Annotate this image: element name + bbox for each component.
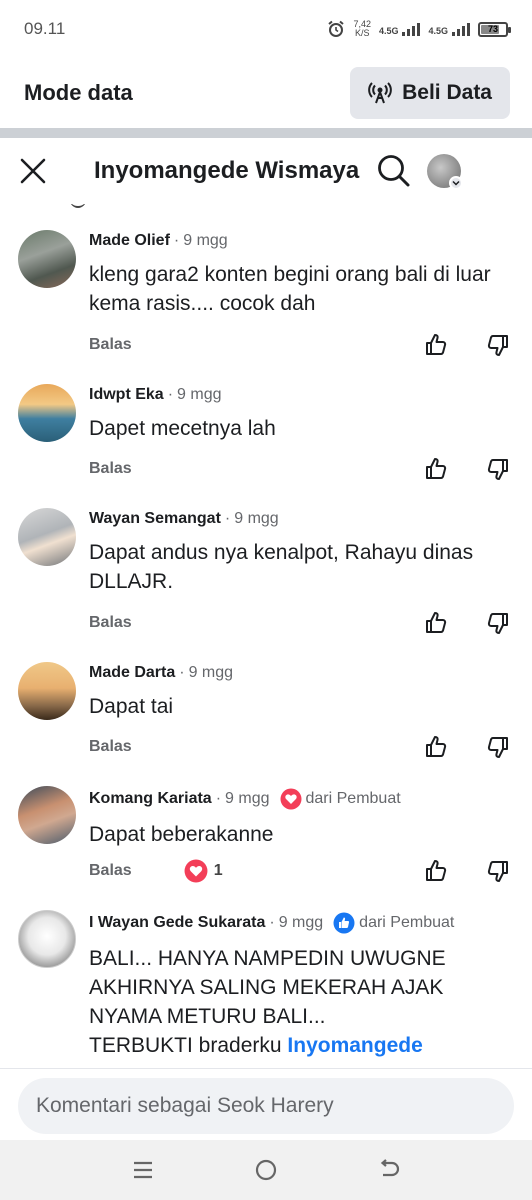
buy-data-label: Beli Data (402, 81, 492, 104)
back-icon (380, 1159, 399, 1177)
thumbs-up-icon[interactable] (424, 333, 448, 357)
broadcast-icon (368, 82, 392, 104)
battery-icon: 73 (478, 21, 511, 37)
thumbs-down-icon[interactable] (486, 457, 510, 481)
thumbs-up-icon[interactable] (424, 457, 448, 481)
home-circle-icon (255, 1159, 277, 1181)
comment-author[interactable]: I Wayan Gede Sukarata (89, 914, 265, 932)
comment-time-separator: · (173, 232, 180, 249)
reply-button[interactable]: Balas (89, 460, 132, 478)
reply-button[interactable]: Balas (89, 738, 132, 756)
comment-time: 9 mgg (278, 914, 324, 931)
net-speed-unit: K/S (354, 28, 370, 38)
badge-label: dari Pembuat (305, 790, 401, 807)
chevron-down-icon (449, 176, 464, 190)
comment-author[interactable]: Komang Kariata (89, 790, 212, 808)
avatar[interactable] (18, 508, 76, 566)
comment-text: Dapat andus nya kenalpot, Rahayu dinas D… (89, 541, 474, 593)
thumbs-down-icon[interactable] (486, 859, 510, 883)
avatar[interactable] (18, 910, 76, 968)
author-reaction-badge: dari Pembuat (280, 788, 401, 810)
data-mode-title: Mode data (24, 80, 133, 105)
thumbs-down-icon[interactable] (486, 333, 510, 357)
signal-2-label: 4.5G (428, 25, 448, 36)
comment-time-separator: · (179, 664, 185, 681)
avatar[interactable] (18, 384, 76, 442)
signal-icon: 4.5G (428, 22, 470, 36)
thumbs-up-icon[interactable] (424, 735, 448, 759)
comment-time: 9 mgg (177, 386, 222, 403)
status-time: 09.11 (24, 19, 66, 38)
comment-author[interactable]: Made Olief (89, 232, 170, 250)
comment-text: Dapat tai (89, 695, 174, 718)
comment-text: kleng gara2 konten begini orang bali di … (89, 263, 491, 315)
comment-composer: Komentari sebagai Seok Harery (0, 1068, 532, 1140)
avatar[interactable] (18, 230, 76, 288)
author-reaction-badge: dari Pembuat (333, 912, 454, 934)
reply-button[interactable]: Balas (89, 336, 132, 354)
profile-avatar-menu[interactable] (427, 154, 464, 190)
badge-label: dari Pembuat (359, 914, 455, 931)
thumbs-down-icon[interactable] (486, 735, 510, 759)
data-mode-bar: Mode data Beli Data (0, 58, 532, 128)
comment-input-placeholder: Komentari sebagai Seok Harery (36, 1094, 334, 1117)
mention-link[interactable]: Inyomangede (287, 1034, 422, 1057)
alarm-icon (328, 20, 345, 37)
page-title: Inyomangede Wismaya (94, 157, 360, 184)
heart-reaction-icon (184, 859, 208, 883)
comment-time-separator: · (167, 386, 174, 403)
comment-author[interactable]: Made Darta (89, 664, 175, 682)
reply-button[interactable]: Balas (89, 862, 132, 880)
comment-author[interactable]: Idwpt Eka (89, 386, 164, 404)
home-button[interactable] (246, 1150, 286, 1190)
comment-time-separator: · (269, 914, 275, 931)
close-icon[interactable] (20, 158, 46, 184)
comment-text: Dapat beberakanne (89, 823, 274, 846)
avatar[interactable] (18, 786, 76, 844)
comment-time: 9 mgg (234, 510, 279, 527)
comment-time: 9 mgg (188, 664, 234, 681)
search-icon[interactable] (377, 154, 411, 188)
comment-text: Dapet mecetnya lah (89, 417, 276, 440)
like-reaction-icon (333, 912, 355, 934)
signal-1-label: 4.5G (378, 25, 399, 36)
thumbs-up-icon[interactable] (424, 611, 448, 635)
system-nav-bar (0, 1140, 532, 1200)
comment-text-line: BALI... HANYA NAMPEDIN UWUGNE AKHIRNYA S… (89, 947, 446, 1028)
status-icons: 7,42 K/S 4.5G 4.5G 73 (327, 20, 511, 38)
section-divider (0, 128, 532, 138)
net-speed: 7,42 K/S (353, 20, 371, 38)
thumbs-up-icon[interactable] (424, 859, 448, 883)
comment-author[interactable]: Wayan Semangat (89, 510, 221, 528)
reaction-count: 1 (213, 862, 223, 879)
comment-input[interactable]: Komentari sebagai Seok Harery (18, 1078, 514, 1134)
back-button[interactable] (369, 1150, 409, 1190)
comment-time: 9 mgg (225, 790, 270, 807)
comments-header: Inyomangede Wismaya (0, 138, 532, 204)
thumbs-down-icon[interactable] (486, 611, 510, 635)
comment-time-separator: · (224, 510, 231, 527)
menu-icon (134, 1161, 153, 1179)
buy-data-button[interactable]: Beli Data (350, 67, 510, 119)
heart-reaction-icon (280, 788, 301, 810)
comment-text-line: TERBUKTI braderku (89, 1034, 282, 1057)
status-bar: 09.11 7,42 K/S 4.5G 4.5G 73 (0, 0, 532, 58)
reaction-summary[interactable]: 1 (184, 859, 223, 883)
comment-list[interactable]: Made Olief · 9 mgg kleng gara2 konten be… (0, 204, 532, 1068)
reply-button[interactable]: Balas (89, 614, 132, 632)
signal-icon: 4.5G (378, 22, 421, 36)
recents-button[interactable] (123, 1150, 163, 1190)
avatar[interactable] (18, 662, 76, 720)
comment-text: BALI... HANYA NAMPEDIN UWUGNE AKHIRNYA S… (89, 944, 518, 1060)
battery-level: 73 (487, 23, 498, 34)
comment-time-separator: · (215, 790, 222, 807)
comment-time: 9 mgg (183, 232, 228, 249)
